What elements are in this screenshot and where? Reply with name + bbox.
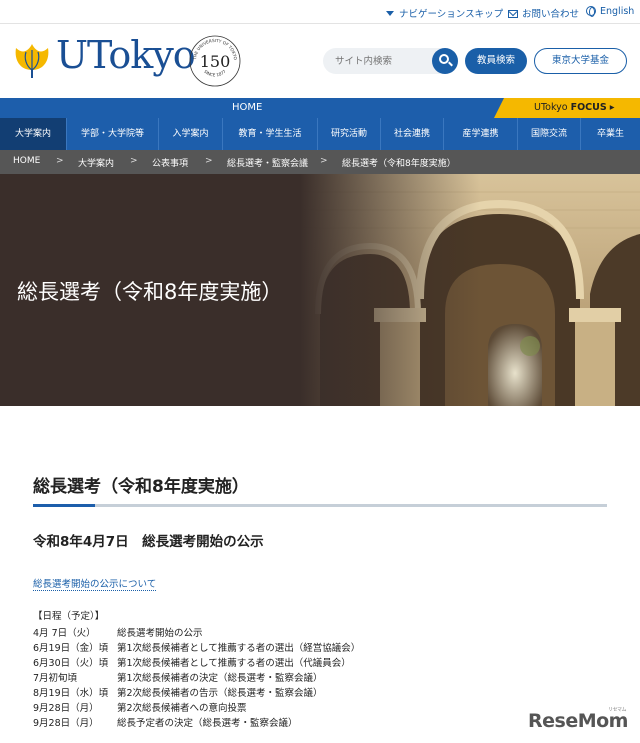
chevron-right-icon: ▸ bbox=[609, 102, 615, 113]
breadcrumb: HOME > 大学案内 > 公表事項 > 総長選考・監察会議 > 総長選考（令和… bbox=[0, 150, 640, 174]
nav-item-education[interactable]: 教育・学生生活 bbox=[223, 118, 318, 150]
english-label: English bbox=[600, 6, 635, 17]
nav-item-international[interactable]: 国際交流 bbox=[518, 118, 581, 150]
schedule-event: 第1次総長候補者として推薦する者の選出（代議員会） bbox=[117, 658, 351, 669]
nav-item-about[interactable]: 大学案内 bbox=[0, 118, 67, 150]
title-divider bbox=[33, 504, 607, 507]
hero-title: 総長選考（令和8年度実施） bbox=[17, 280, 283, 304]
search-input[interactable] bbox=[335, 53, 430, 69]
schedule-heading: 【日程（予定）】 bbox=[33, 611, 105, 622]
ginkgo-logo-icon[interactable] bbox=[12, 40, 52, 80]
watermark-text: ReseMom bbox=[528, 710, 628, 732]
skip-nav-label: ナビゲーションスキップ bbox=[399, 9, 504, 20]
breadcrumb-home[interactable]: HOME bbox=[13, 156, 40, 166]
schedule-date: 4月 7日（火） bbox=[33, 628, 96, 639]
skip-nav-link[interactable]: ナビゲーションスキップ bbox=[386, 6, 503, 20]
watermark-small-text: リセマム bbox=[608, 707, 627, 713]
schedule-event: 総長予定者の決定（総長選考・監察会議） bbox=[117, 718, 298, 729]
page-title: 総長選考（令和8年度実施） bbox=[33, 477, 249, 497]
schedule-date: 7月初旬頃 bbox=[33, 673, 78, 684]
hero-banner: 総長選考（令和8年度実施） bbox=[0, 174, 640, 406]
nav-item-research[interactable]: 研究活動 bbox=[318, 118, 381, 150]
globe-icon bbox=[586, 6, 596, 17]
resemom-watermark: ReseMom リセマム bbox=[528, 707, 628, 732]
nav-item-faculties[interactable]: 学部・大学院等 bbox=[67, 118, 159, 150]
schedule-date: 6月19日（金）頃 bbox=[33, 643, 109, 654]
schedule-event: 総長選考開始の公示 bbox=[117, 628, 203, 639]
focus-label: FOCUS bbox=[570, 102, 607, 113]
utility-bar: ナビゲーションスキップ お問い合わせ English bbox=[0, 0, 640, 24]
schedule-date: 6月30日（火）頃 bbox=[33, 658, 109, 669]
schedule-date: 9月28日（月） bbox=[33, 703, 99, 714]
nav-item-social[interactable]: 社会連携 bbox=[381, 118, 444, 150]
chevron-right-icon: > bbox=[320, 156, 328, 166]
chevron-right-icon: > bbox=[205, 156, 213, 166]
nav-item-admissions[interactable]: 入学案内 bbox=[159, 118, 223, 150]
utokyo-focus-link[interactable]: UTokyo FOCUS ▸ bbox=[494, 98, 640, 118]
focus-prefix: UTokyo bbox=[534, 102, 568, 113]
contact-label: お問い合わせ bbox=[522, 9, 580, 20]
mail-icon bbox=[508, 10, 518, 18]
main-nav: 大学案内 学部・大学院等 入学案内 教育・学生生活 研究活動 社会連携 産学連携… bbox=[0, 118, 640, 150]
anniversary-seal: THE UNIVERSITY OF TOKYO 150 SINCE 1877 bbox=[189, 35, 241, 87]
english-link[interactable]: English bbox=[586, 6, 634, 17]
schedule-date: 9月28日（月） bbox=[33, 718, 99, 729]
schedule-event: 第2次総長候補者への意向投票 bbox=[117, 703, 247, 714]
breadcrumb-disclosure[interactable]: 公表事項 bbox=[152, 156, 188, 169]
breadcrumb-about[interactable]: 大学案内 bbox=[78, 156, 114, 169]
seal-number: 150 bbox=[200, 52, 231, 71]
announcement-link[interactable]: 総長選考開始の公示について bbox=[33, 576, 157, 591]
schedule-event: 第1次総長候補者の決定（総長選考・監察会議） bbox=[117, 673, 323, 684]
chevron-right-icon: > bbox=[56, 156, 64, 166]
nav-home-link[interactable]: HOME bbox=[232, 102, 262, 113]
nav-item-alumni[interactable]: 卒業生 bbox=[581, 118, 640, 150]
breadcrumb-council[interactable]: 総長選考・監察会議 bbox=[227, 156, 308, 169]
caret-down-icon bbox=[386, 11, 394, 16]
search-button[interactable] bbox=[432, 48, 458, 74]
chevron-right-icon: > bbox=[130, 156, 138, 166]
schedule-date: 8月19日（水）頃 bbox=[33, 688, 109, 699]
schedule-event: 第2次総長候補者の告示（総長選考・監察会議） bbox=[117, 688, 323, 699]
nav-item-industry[interactable]: 産学連携 bbox=[444, 118, 518, 150]
contact-link[interactable]: お問い合わせ bbox=[508, 6, 579, 20]
site-header: UTokyo THE UNIVERSITY OF TOKYO 150 SINCE… bbox=[0, 24, 640, 98]
site-logo-text[interactable]: UTokyo bbox=[56, 36, 196, 74]
schedule-event: 第1次総長候補者として推薦する者の選出（経営協議会） bbox=[117, 643, 361, 654]
fund-button[interactable]: 東京大学基金 bbox=[534, 48, 627, 74]
breadcrumb-current: 総長選考（令和8年度実施） bbox=[342, 159, 456, 169]
section-title: 令和8年4月7日 総長選考開始の公示 bbox=[33, 534, 264, 550]
faculty-search-button[interactable]: 教員検索 bbox=[465, 48, 527, 74]
